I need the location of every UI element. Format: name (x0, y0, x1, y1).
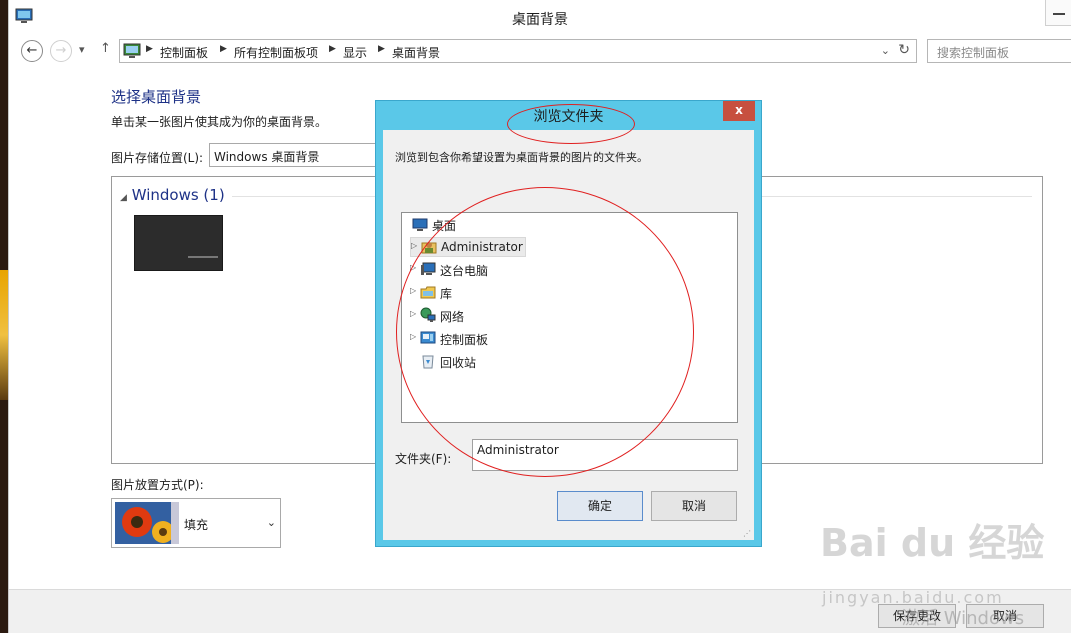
window-title: 桌面背景 (512, 12, 568, 28)
network-icon (420, 307, 436, 322)
tree-item-libraries[interactable]: ▷ 库 (410, 283, 610, 303)
picture-group-header[interactable]: ◢ Windows (1) (120, 186, 225, 204)
library-icon (420, 286, 436, 299)
title-bar: 桌面背景 (9, 0, 1071, 34)
breadcrumb-control-panel[interactable]: 控制面板 (160, 44, 208, 61)
tree-item-label: 回收站 (440, 356, 477, 370)
browse-folder-dialog: 浏览文件夹 x 浏览到包含你希望设置为桌面背景的图片的文件夹。 桌面 ▷ Adm… (375, 100, 762, 547)
group-title-text: Windows (1) (131, 186, 225, 204)
baidu-watermark-logo: Bai du 经验 (820, 521, 1045, 565)
tree-item-label: 网络 (440, 310, 465, 324)
user-folder-icon (421, 242, 437, 254)
resize-grip-icon[interactable]: ⋰ (743, 529, 751, 538)
collapse-arrow-icon[interactable]: ◢ (120, 193, 127, 203)
tree-item-label: Administrator (441, 240, 523, 254)
navigation-bar: ← → ▾ ↑ ▶ 控制面板 ▶ 所有控制面板项 ▶ 显示 ▶ 桌面背景 ⌄ ↻… (9, 36, 1071, 64)
forward-button[interactable]: → (50, 40, 72, 62)
minimize-button[interactable] (1045, 0, 1071, 26)
breadcrumb-all-items[interactable]: 所有控制面板项 (234, 44, 318, 61)
breadcrumb-desktop-background[interactable]: 桌面背景 (392, 44, 440, 61)
ok-button[interactable]: 确定 (557, 491, 643, 521)
breadcrumb-separator-icon: ▶ (146, 44, 153, 54)
refresh-icon[interactable]: ↻ (898, 42, 910, 58)
control-panel-icon (123, 43, 141, 58)
expand-arrow-icon[interactable]: ▷ (411, 241, 417, 250)
breadcrumb-display[interactable]: 显示 (343, 44, 367, 61)
computer-icon (421, 262, 436, 275)
picture-position-label: 图片放置方式(P): (111, 478, 204, 492)
expand-arrow-icon[interactable]: ▷ (410, 309, 416, 318)
folder-tree[interactable]: 桌面 ▷ Administrator ▷ 这台电脑 ▷ 库 ▷ 网络 ▷ 控制面… (401, 212, 738, 423)
dialog-close-button[interactable]: x (723, 101, 755, 121)
thumbnail-detail (188, 256, 218, 258)
page-title: 选择桌面背景 (111, 88, 202, 106)
tree-item-label: 库 (440, 287, 453, 301)
expand-arrow-icon[interactable]: ▷ (410, 332, 416, 341)
breadcrumb-separator-icon: ▶ (220, 44, 227, 54)
control-panel-icon (420, 331, 436, 344)
dialog-cancel-button[interactable]: 取消 (651, 491, 737, 521)
tree-item-recycle-bin[interactable]: 回收站 (410, 352, 610, 372)
folder-input[interactable]: Administrator (472, 439, 738, 471)
tree-item-label: 桌面 (432, 219, 457, 233)
tree-item-label: 控制面板 (440, 333, 489, 347)
tree-item-desktop[interactable]: 桌面 (410, 215, 610, 235)
expand-arrow-icon[interactable]: ▷ (410, 263, 416, 272)
picture-location-select[interactable]: Windows 桌面背景 (209, 143, 379, 167)
fill-preview-icon (115, 502, 179, 544)
breadcrumb-separator-icon: ▶ (378, 44, 385, 54)
tree-item-network[interactable]: ▷ 网络 (410, 306, 610, 326)
picture-location-label: 图片存储位置(L): (111, 151, 204, 165)
tree-item-administrator[interactable]: ▷ Administrator (410, 237, 526, 257)
expand-arrow-icon[interactable]: ▷ (410, 286, 416, 295)
picture-position-select[interactable]: 填充 ⌄ (111, 498, 281, 548)
tree-item-control-panel[interactable]: ▷ 控制面板 (410, 329, 610, 349)
dialog-title: 浏览文件夹 (533, 109, 604, 125)
page-description: 单击某一张图片使其成为你的桌面背景。 (111, 115, 328, 129)
dialog-instruction: 浏览到包含你希望设置为桌面背景的图片的文件夹。 (395, 151, 648, 164)
search-input[interactable]: 搜索控制面板 (927, 39, 1071, 63)
activate-windows-overlay: 激活 Windows (902, 608, 1025, 629)
folder-label: 文件夹(F): (395, 452, 452, 466)
address-dropdown-icon[interactable]: ⌄ (881, 44, 890, 57)
desktop-wallpaper-edge (0, 270, 8, 400)
recycle-bin-icon (422, 355, 434, 369)
chevron-down-icon: ⌄ (266, 516, 276, 529)
breadcrumb-separator-icon: ▶ (329, 44, 336, 54)
dialog-body: 浏览到包含你希望设置为桌面背景的图片的文件夹。 桌面 ▷ Administrat… (383, 130, 754, 540)
display-app-icon (15, 8, 33, 23)
address-bar[interactable]: ▶ 控制面板 ▶ 所有控制面板项 ▶ 显示 ▶ 桌面背景 ⌄ ↻ (119, 39, 917, 63)
up-button[interactable]: ↑ (100, 41, 111, 56)
back-button[interactable]: ← (21, 40, 43, 62)
tree-item-label: 这台电脑 (440, 264, 489, 278)
wallpaper-thumbnail[interactable] (134, 215, 223, 271)
tree-item-this-pc[interactable]: ▷ 这台电脑 (410, 260, 610, 280)
desktop-icon (412, 218, 428, 231)
recent-locations-dropdown-icon[interactable]: ▾ (79, 43, 85, 56)
picture-position-value: 填充 (184, 518, 209, 532)
